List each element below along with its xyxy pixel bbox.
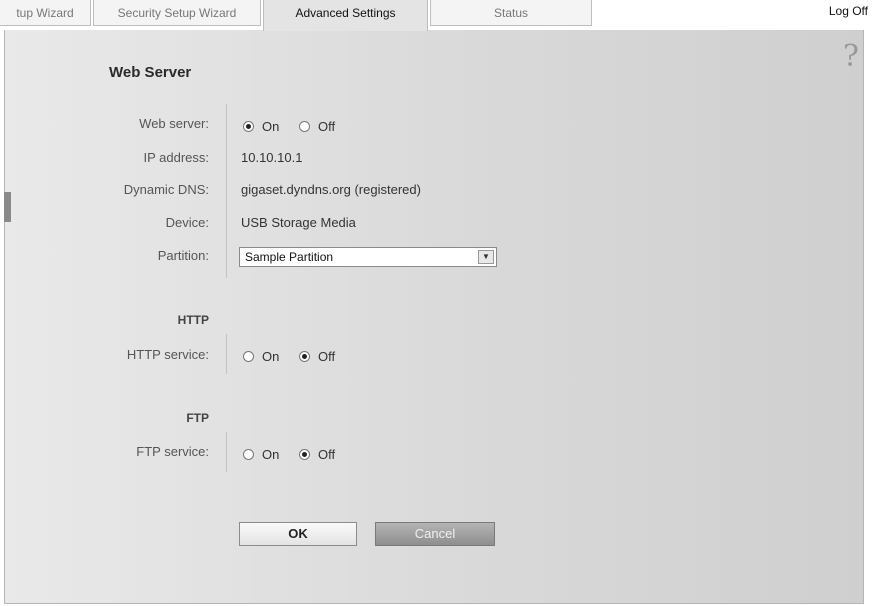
ftp-service-radio-group: On Off	[243, 447, 351, 463]
web-server-off-option[interactable]: Off	[298, 119, 336, 134]
chevron-down-icon[interactable]: ▼	[478, 250, 494, 264]
ftp-on-radio[interactable]	[243, 449, 254, 460]
ftp-off-option[interactable]: Off	[298, 447, 336, 462]
divider-line	[226, 334, 227, 374]
http-off-radio[interactable]	[298, 351, 310, 362]
ip-address-label: IP address:	[143, 150, 209, 165]
web-server-on-radio[interactable]	[243, 121, 254, 132]
http-on-option[interactable]: On	[243, 349, 279, 364]
help-icon[interactable]: ?	[843, 42, 859, 72]
web-server-radio-group: On Off	[243, 119, 351, 135]
ip-address-value: 10.10.10.1	[241, 150, 303, 165]
divider-line	[226, 432, 227, 472]
web-server-on-option[interactable]: On	[243, 119, 279, 134]
partition-select[interactable]: Sample Partition ▼	[239, 247, 497, 267]
http-on-radio[interactable]	[243, 351, 254, 362]
http-off-label: Off	[317, 349, 336, 364]
ok-button[interactable]: OK	[239, 522, 357, 546]
cancel-button[interactable]: Cancel	[375, 522, 495, 546]
http-service-radio-group: On Off	[243, 349, 351, 365]
web-server-off-radio[interactable]	[298, 121, 310, 132]
ftp-heading: FTP	[186, 411, 209, 425]
http-on-label: On	[262, 349, 280, 364]
partition-label: Partition:	[157, 248, 209, 263]
ftp-on-label: On	[262, 447, 280, 462]
side-marker	[4, 192, 11, 222]
http-service-label: HTTP service:	[126, 347, 209, 362]
http-off-option[interactable]: Off	[298, 349, 336, 364]
ftp-off-radio[interactable]	[298, 449, 310, 460]
ftp-service-label: FTP service:	[136, 444, 209, 459]
dynamic-dns-label: Dynamic DNS:	[123, 182, 209, 197]
section-title: Web Server	[109, 64, 192, 81]
device-label: Device:	[165, 215, 209, 230]
tab-advanced-settings[interactable]: Advanced Settings	[263, 0, 428, 31]
partition-selected-value: Sample Partition	[245, 250, 334, 264]
tab-security-setup-wizard[interactable]: Security Setup Wizard	[93, 0, 261, 26]
tab-status[interactable]: Status	[430, 0, 592, 26]
web-server-off-label: Off	[317, 119, 336, 134]
device-value: USB Storage Media	[241, 215, 356, 230]
web-server-label: Web server:	[139, 116, 209, 131]
dynamic-dns-value: gigaset.dyndns.org (registered)	[241, 182, 421, 197]
web-server-on-label: On	[262, 119, 280, 134]
tab-bar: tup Wizard Security Setup Wizard Advance…	[0, 0, 874, 31]
log-off-link[interactable]: Log Off	[829, 4, 868, 18]
tab-setup-wizard[interactable]: tup Wizard	[0, 0, 91, 26]
settings-panel: ? Web Server Web server: On Off IP addre…	[4, 30, 864, 604]
ftp-on-option[interactable]: On	[243, 447, 279, 462]
ftp-off-label: Off	[317, 447, 336, 462]
divider-line	[226, 104, 227, 278]
http-heading: HTTP	[177, 313, 209, 327]
